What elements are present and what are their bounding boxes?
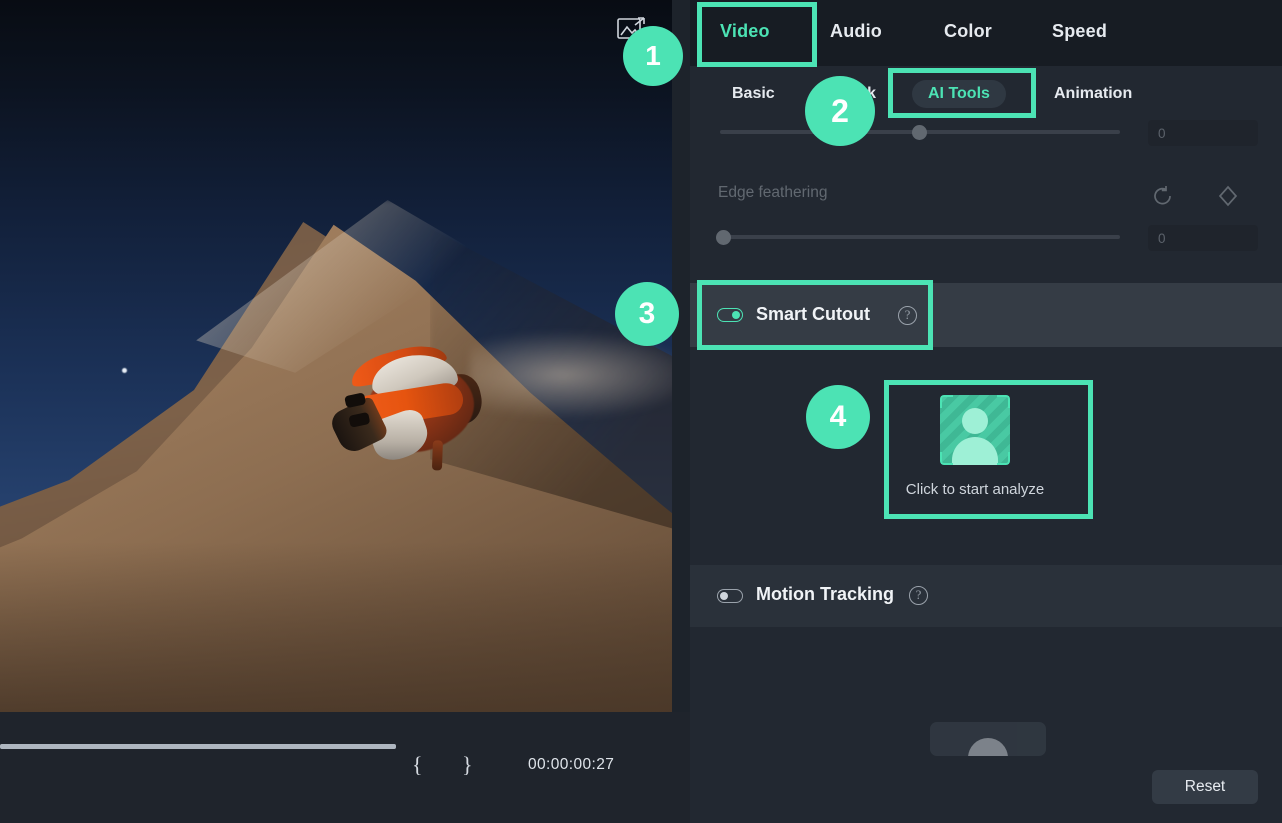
- edge-feathering-label: Edge feathering: [718, 184, 827, 202]
- subtab-basic[interactable]: Basic: [716, 80, 791, 108]
- slider-value-top[interactable]: 0: [1148, 120, 1258, 146]
- tab-color[interactable]: Color: [944, 21, 992, 42]
- keyframe-diamond-icon[interactable]: [1217, 185, 1239, 207]
- timecode-display: 00:00:00:27: [528, 756, 614, 774]
- motion-tracking-toggle[interactable]: [717, 589, 743, 603]
- distant-light-dot: [122, 368, 127, 373]
- step-badge-2: 2: [805, 76, 875, 146]
- dimmed-mask-settings: 0 Edge feathering 0: [690, 118, 1282, 258]
- video-preview-canvas[interactable]: [0, 0, 672, 712]
- slider-knob-feather[interactable]: [716, 230, 731, 245]
- dune-foreground-shade: [0, 542, 672, 712]
- reset-circular-arrow-icon[interactable]: [1152, 185, 1174, 207]
- motion-tracking-title: Motion Tracking: [756, 584, 894, 605]
- tab-audio[interactable]: Audio: [830, 21, 882, 42]
- step-badge-3: 3: [615, 282, 679, 346]
- step-badge-4: 4: [806, 385, 870, 449]
- slider-track-feather[interactable]: [720, 235, 1120, 239]
- slider-value-feather[interactable]: 0: [1148, 225, 1258, 251]
- tab-speed[interactable]: Speed: [1052, 21, 1107, 42]
- reset-button[interactable]: Reset: [1152, 770, 1258, 804]
- partially-visible-button[interactable]: [930, 722, 1046, 756]
- mark-out-button[interactable]: }: [462, 752, 473, 778]
- mark-in-button[interactable]: {: [412, 752, 423, 778]
- filmora-editor-window: { } 00:00:00:27 Full Quality: [0, 0, 1282, 823]
- preview-control-bar: { } 00:00:00:27 Full Quality: [0, 712, 690, 823]
- step-badge-1: 1: [623, 26, 683, 86]
- slider-knob-top[interactable]: [912, 125, 927, 140]
- button-glyph: [968, 738, 1008, 756]
- playhead-scrubber[interactable]: [0, 744, 396, 749]
- motion-tracking-help-icon[interactable]: ?: [909, 586, 928, 605]
- highlight-box-analyze: [884, 380, 1093, 519]
- highlight-box-video-tab: [697, 2, 817, 67]
- subtab-animation[interactable]: Animation: [1038, 80, 1148, 108]
- preview-area: { } 00:00:00:27 Full Quality: [0, 0, 690, 823]
- motion-tracking-section-header: Motion Tracking ?: [690, 565, 1282, 627]
- highlight-box-smart-cutout: [697, 280, 933, 350]
- highlight-box-ai-tools-subtab: [888, 68, 1036, 118]
